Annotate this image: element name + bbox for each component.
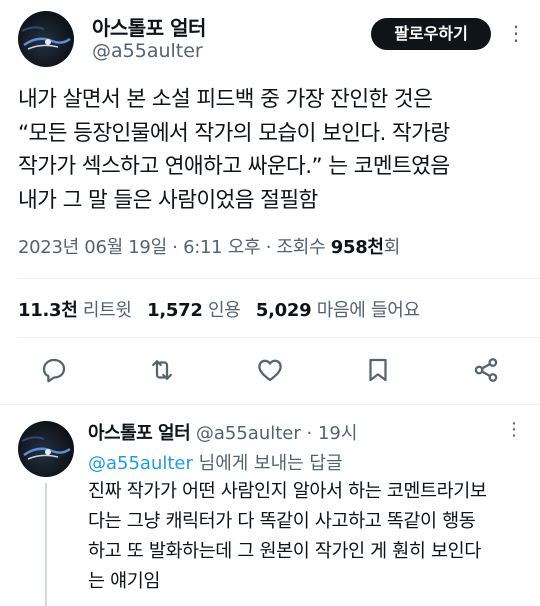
replying-suffix: 님에게 보내는 답글 bbox=[192, 453, 343, 474]
views-count: 958천 bbox=[330, 237, 384, 258]
reply-author-handle[interactable]: @a55aulter bbox=[196, 423, 301, 444]
likes-count[interactable]: 5,029 bbox=[256, 300, 312, 321]
author-handle[interactable]: @a55aulter bbox=[92, 40, 203, 62]
tweet-date[interactable]: 2023년 06월 19일 bbox=[18, 237, 167, 258]
like-button[interactable] bbox=[255, 355, 285, 385]
reply-header: 아스톨포 얼터 @a55aulter · 19시 bbox=[88, 419, 357, 445]
more-options-icon[interactable]: ⋮ bbox=[505, 419, 523, 440]
tweet-time[interactable]: 6:11 오후 bbox=[183, 237, 260, 258]
meta-separator: · bbox=[166, 237, 184, 258]
replying-to: @a55aulter 님에게 보내는 답글 bbox=[88, 449, 343, 475]
views-suffix: 회 bbox=[383, 237, 401, 258]
replying-mention[interactable]: @a55aulter bbox=[88, 453, 193, 474]
reply-text: 진짜 작가가 어떤 사람인지 알아서 하는 코멘트라기보 다는 그냥 캐릭터가 … bbox=[88, 481, 487, 592]
follow-button[interactable]: 팔로우하기 bbox=[371, 18, 491, 50]
retweets-label[interactable]: 리트윗 bbox=[83, 300, 132, 321]
share-button[interactable] bbox=[471, 355, 501, 385]
reply-author-name[interactable]: 아스톨포 얼터 bbox=[88, 423, 191, 444]
action-bar bbox=[0, 355, 540, 387]
avatar-image bbox=[21, 26, 71, 50]
avatar[interactable] bbox=[18, 421, 74, 477]
likes-label[interactable]: 마음에 들어요 bbox=[317, 300, 420, 321]
thread-line bbox=[45, 483, 47, 606]
meta-separator: · bbox=[260, 237, 277, 258]
tweet-text: 내가 살면서 본 소설 피드백 중 가장 잔인한 것은 “모든 등장인물에서 작… bbox=[18, 87, 450, 213]
tweet-meta: 2023년 06월 19일 · 6:11 오후 · 조회수 958천회 bbox=[18, 233, 400, 259]
heart-icon bbox=[258, 359, 282, 382]
bookmark-icon bbox=[369, 358, 387, 382]
reply-separator: · bbox=[300, 423, 318, 444]
divider bbox=[18, 337, 540, 338]
retweet-icon bbox=[152, 360, 172, 380]
share-icon bbox=[474, 358, 498, 382]
retweet-button[interactable] bbox=[147, 355, 177, 385]
avatar-image bbox=[21, 436, 71, 460]
bookmark-button[interactable] bbox=[363, 355, 393, 385]
reply-tweet[interactable]: 아스톨포 얼터 @a55aulter · 19시 ⋮ @a55aulter 님에… bbox=[0, 405, 540, 606]
more-options-icon[interactable]: ⋮ bbox=[505, 22, 527, 44]
reply-button[interactable] bbox=[39, 355, 69, 385]
quotes-label[interactable]: 인용 bbox=[208, 300, 241, 321]
quotes-count[interactable]: 1,572 bbox=[147, 300, 203, 321]
tweet-stats: 11.3천 리트윗 1,572 인용 5,029 마음에 들어요 bbox=[18, 296, 430, 322]
reply-icon bbox=[42, 358, 66, 383]
views-prefix: 조회수 bbox=[276, 237, 331, 258]
reply-time[interactable]: 19시 bbox=[318, 423, 357, 444]
divider bbox=[18, 278, 540, 279]
tweet-header: 아스톨포 얼터 @a55aulter 팔로우하기 ⋮ bbox=[0, 0, 540, 78]
author-name[interactable]: 아스톨포 얼터 bbox=[92, 12, 206, 41]
retweets-count[interactable]: 11.3천 bbox=[18, 300, 78, 321]
avatar[interactable] bbox=[18, 11, 74, 67]
